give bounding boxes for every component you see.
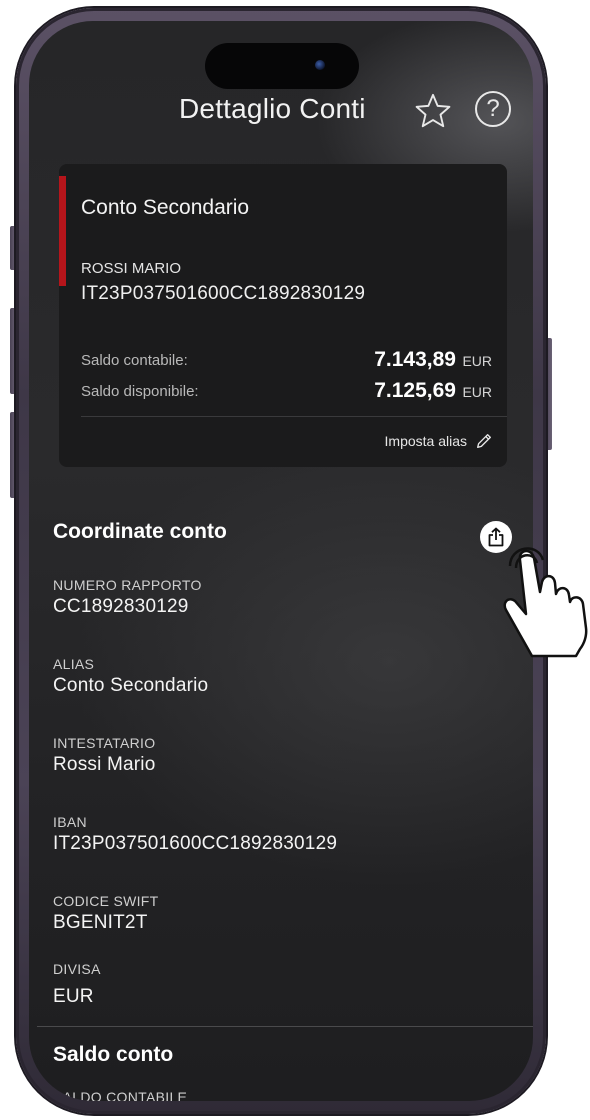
dynamic-island <box>205 43 359 89</box>
balance-currency: EUR <box>462 353 492 369</box>
account-card: Conto Secondario ROSSI MARIO IT23P037501… <box>59 164 507 467</box>
tap-hand-icon <box>503 547 588 658</box>
balance-currency: EUR <box>462 384 492 400</box>
field-label-account-number: NUMERO RAPPORTO <box>53 577 202 593</box>
field-value-account-number: CC1892830129 <box>53 596 189 617</box>
balance-section-title: Saldo conto <box>53 1043 174 1066</box>
account-holder: ROSSI MARIO <box>81 260 182 277</box>
field-label-currency: DIVISA <box>53 961 101 977</box>
field-label-accounting-balance: SALDO CONTABILE <box>53 1089 188 1101</box>
camera-lens-icon <box>315 60 325 70</box>
balance-label: Saldo disponibile: <box>81 383 199 400</box>
coordinates-section-title: Coordinate conto <box>53 520 227 543</box>
field-value-holder: Rossi Mario <box>53 754 156 775</box>
account-name: Conto Secondario <box>81 196 250 219</box>
set-alias-button[interactable]: Imposta alias <box>385 432 493 450</box>
help-icon[interactable]: ? <box>475 91 511 127</box>
balance-row-available: Saldo disponibile: 7.125,69 EUR <box>81 379 492 405</box>
balance-amount: 7.143,89 <box>374 348 456 371</box>
balance-value: 7.125,69 EUR <box>374 379 492 403</box>
field-label-swift: CODICE SWIFT <box>53 893 159 909</box>
set-alias-label: Imposta alias <box>384 433 467 449</box>
phone-screen: Dettaglio Conti ? Conto Secondario ROSSI… <box>29 21 533 1101</box>
account-color-accent <box>59 176 66 286</box>
power-button <box>546 338 552 450</box>
field-value-swift: BGENIT2T <box>53 912 148 933</box>
field-label-iban: IBAN <box>53 814 87 830</box>
balance-value: 7.143,89 EUR <box>374 348 492 372</box>
star-outline-icon[interactable] <box>414 92 452 130</box>
balance-row-accounting: Saldo contabile: 7.143,89 EUR <box>81 348 492 374</box>
field-value-alias: Conto Secondario <box>53 675 209 696</box>
field-value-iban: IT23P037501600CC1892830129 <box>53 833 338 854</box>
section-divider <box>37 1026 533 1027</box>
balance-amount: 7.125,69 <box>374 379 456 402</box>
stage: Dettaglio Conti ? Conto Secondario ROSSI… <box>0 0 590 1120</box>
field-label-alias: ALIAS <box>53 656 95 672</box>
pencil-icon <box>477 434 491 448</box>
field-value-currency: EUR <box>53 986 94 1007</box>
balance-label: Saldo contabile: <box>81 352 188 369</box>
card-divider <box>81 416 507 417</box>
account-iban: IT23P037501600CC1892830129 <box>81 283 366 304</box>
page-title: Dettaglio Conti <box>179 93 366 124</box>
field-label-holder: INTESTATARIO <box>53 735 156 751</box>
